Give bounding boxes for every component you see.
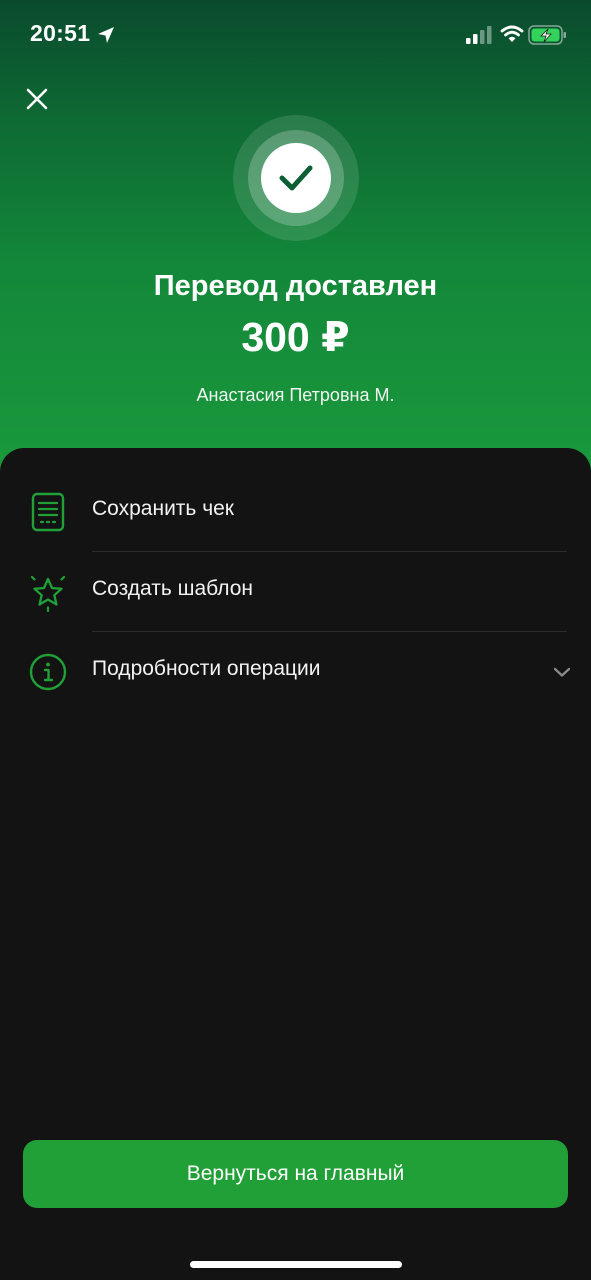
transfer-success-screen: 20:51 Перевод доставлен 300 ₽ Анастасия … (0, 0, 591, 1280)
create-template-label: Создать шаблон (92, 577, 254, 600)
page-title: Перевод доставлен (153, 270, 438, 302)
transfer-amount: 300 ₽ (241, 314, 350, 360)
star-icon (30, 575, 66, 612)
operation-details-label: Подробности операции (92, 657, 321, 680)
chevron-down-icon (553, 667, 571, 677)
return-home-button[interactable]: Вернуться на главный (23, 1140, 568, 1208)
operation-details-toggle[interactable]: Подробности операции (0, 632, 591, 712)
home-indicator (190, 1261, 402, 1268)
save-receipt-label: Сохранить чек (92, 497, 234, 520)
status-time: 20:51 (30, 20, 91, 46)
info-icon (29, 653, 67, 691)
wifi-icon (500, 25, 524, 42)
create-template-button[interactable]: Создать шаблон (0, 552, 591, 632)
status-bar: 20:51 (0, 0, 591, 70)
success-checkmark-icon (233, 115, 359, 241)
battery-charging-icon (528, 25, 566, 45)
receipt-icon (31, 492, 65, 532)
recipient-name: Анастасия Петровна М. (196, 385, 395, 405)
location-arrow-icon (98, 27, 114, 43)
close-icon (26, 88, 48, 110)
save-receipt-button[interactable]: Сохранить чек (0, 472, 591, 552)
close-button[interactable] (20, 82, 54, 116)
cellular-signal-icon (466, 26, 492, 44)
